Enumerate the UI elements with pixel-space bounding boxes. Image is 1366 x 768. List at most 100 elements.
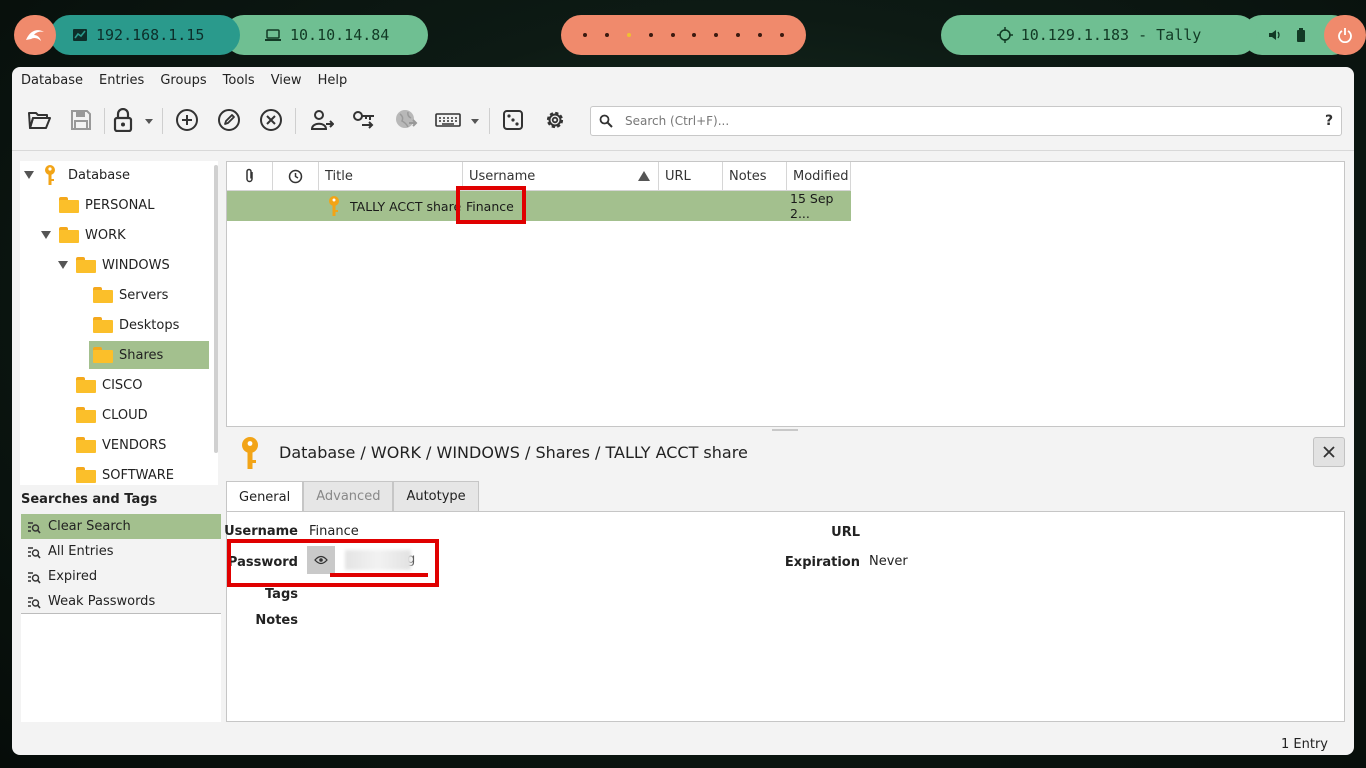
pane-splitter[interactable] [772,429,798,431]
volume-icon[interactable] [1268,28,1282,42]
tree-item-label: VENDORS [102,437,167,453]
save-database-icon [71,110,91,130]
workspace-dot[interactable] [758,33,763,37]
database-key-icon [45,165,55,185]
battery-icon[interactable] [1296,28,1306,42]
tree-item-cloud[interactable]: CLOUD [20,401,218,429]
search-item-label: Clear Search [48,519,131,534]
monitor-chart-icon [73,29,87,41]
lock-database-button[interactable] [107,104,139,136]
column-header-notes[interactable]: Notes [723,162,787,191]
copy-password-icon [353,111,374,129]
username-value[interactable]: Finance [309,524,359,539]
open-database-button[interactable] [23,104,55,136]
save-database-button[interactable] [65,104,97,136]
tree-item-label: CLOUD [102,407,148,423]
search-item-weak-passwords[interactable]: Weak Passwords [21,589,221,614]
search-list-icon [28,546,41,559]
workspace-dot[interactable] [736,33,741,37]
expand-arrow-icon[interactable] [24,171,34,179]
edit-entry-button[interactable] [213,104,245,136]
dice-icon [503,110,523,130]
tree-item-servers[interactable]: Servers [20,281,218,309]
workspace-dot[interactable] [714,33,719,37]
open-database-icon [28,112,51,129]
add-entry-button[interactable] [171,104,203,136]
search-help-button[interactable]: ? [1317,113,1341,129]
close-details-button[interactable] [1313,437,1345,467]
notes-label: Notes [255,613,298,628]
folder-icon [76,407,96,423]
tab-general[interactable]: General [226,481,304,512]
power-icon [1338,28,1352,43]
table-row[interactable]: TALLY ACCT share Finance 15 Sep 2... [227,191,851,221]
copy-password-button[interactable] [348,104,380,136]
search-box[interactable]: ? [590,106,1342,136]
search-item-expired[interactable]: Expired [21,564,221,589]
menu-help[interactable]: Help [318,73,348,88]
search-input[interactable] [623,113,1317,129]
menu-tools[interactable]: Tools [223,73,255,88]
keyboard-icon [435,113,461,127]
kali-menu-button[interactable] [14,15,56,55]
workspace-dot[interactable] [670,33,675,37]
search-item-all-entries[interactable]: All Entries [21,539,221,564]
tree-item-windows[interactable]: WINDOWS [20,251,218,279]
tree-item-label: Database [68,167,131,183]
column-header-title[interactable]: Title [319,162,463,191]
tree-item-vendors[interactable]: VENDORS [20,431,218,459]
username-label: Username [224,524,298,539]
copy-username-button[interactable] [306,104,338,136]
local-ip-text: 192.168.1.15 [96,26,205,44]
expand-arrow-icon[interactable] [58,261,68,269]
folder-icon [59,227,79,243]
workspace-dot[interactable] [604,33,609,37]
menu-groups[interactable]: Groups [160,73,206,88]
column-header-label: Username [469,168,536,184]
autotype-options-arrow[interactable] [471,119,479,124]
searches-tags-heading: Searches and Tags [21,492,158,507]
tree-item-label: WINDOWS [102,257,170,273]
open-url-button[interactable] [390,104,422,136]
tab-autotype[interactable]: Autotype [393,481,479,511]
power-button[interactable] [1324,15,1366,55]
settings-button[interactable] [539,104,571,136]
lock-options-arrow[interactable] [145,119,153,124]
folder-icon [76,467,96,483]
workspace-dot[interactable] [780,33,785,37]
menu-bar: Database Entries Groups Tools View Help [12,67,347,94]
tree-item-database[interactable]: Database [20,161,218,189]
autotype-button[interactable] [432,104,464,136]
tab-advanced[interactable]: Advanced [303,481,394,511]
tree-scrollbar[interactable] [214,165,218,453]
expand-arrow-icon[interactable] [41,231,51,239]
gear-icon [546,111,564,129]
column-header-expiry[interactable] [273,162,319,191]
column-header-url[interactable]: URL [659,162,723,191]
tree-item-cisco[interactable]: CISCO [20,371,218,399]
menu-entries[interactable]: Entries [99,73,144,88]
column-header-attachment[interactable] [227,162,273,191]
details-panel: Username Finance Password g Tags Notes U… [224,511,1345,722]
tree-item-work[interactable]: WORK [20,221,218,249]
password-generator-button[interactable] [497,104,529,136]
menu-database[interactable]: Database [21,73,83,88]
workspace-dot[interactable] [582,33,587,37]
workspace-dot[interactable] [692,33,697,37]
delete-entry-button[interactable] [255,104,287,136]
kali-dragon-icon [26,30,44,41]
workspace-dot-active[interactable] [626,33,631,37]
search-item-label: Weak Passwords [48,594,156,609]
tree-item-shares[interactable]: Shares [89,341,209,369]
workspace-dot[interactable] [648,33,653,37]
tree-item-software[interactable]: SOFTWARE [20,461,218,485]
workspace-switcher[interactable] [561,15,806,55]
column-header-modified[interactable]: Modified [787,162,851,191]
tree-item-personal[interactable]: PERSONAL [20,191,218,219]
crosshair-icon [996,27,1013,43]
tree-item-desktops[interactable]: Desktops [20,311,218,339]
annotation-highlight-password [227,539,439,587]
menu-view[interactable]: View [271,73,302,88]
search-item-clear[interactable]: Clear Search [21,514,221,539]
entry-key-icon [329,196,339,216]
